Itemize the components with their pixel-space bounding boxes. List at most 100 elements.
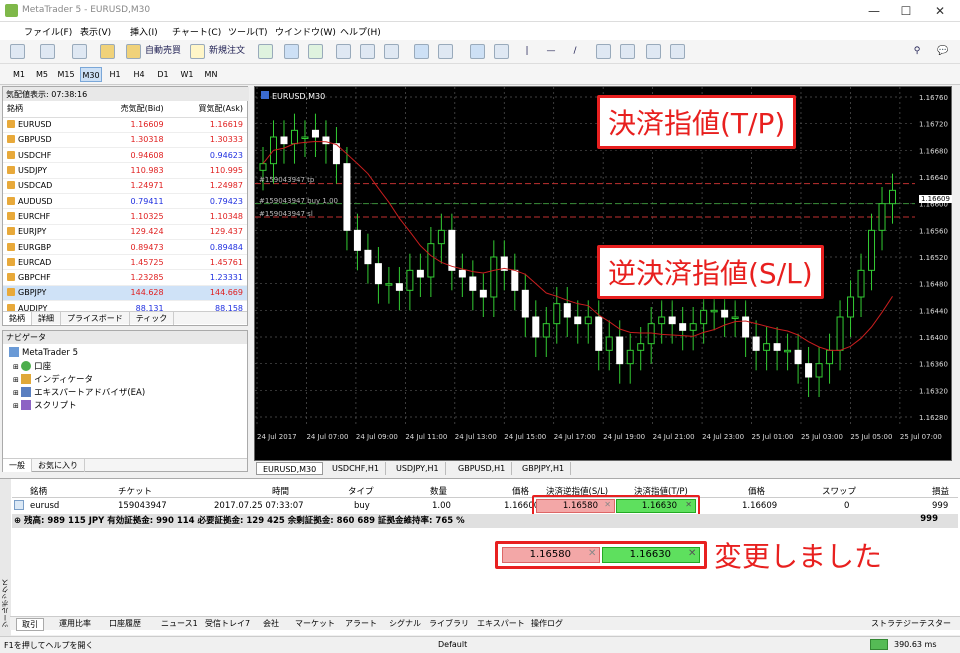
nav-accounts[interactable]: ⊞ 口座 bbox=[13, 360, 51, 372]
price-chart[interactable]: 1.16760 1.16720 1.16680 1.16640 1.16600 1.165… bbox=[254, 86, 952, 461]
market-watch-row[interactable]: EURCHF 1.10325 1.10348 bbox=[3, 208, 247, 225]
col-ask[interactable]: 買気配(Ask) bbox=[167, 101, 247, 118]
market-watch-row[interactable]: GBPUSD 1.30318 1.30333 bbox=[3, 132, 247, 149]
save-icon[interactable] bbox=[72, 44, 87, 59]
vertical-line-icon[interactable]: | bbox=[520, 43, 534, 60]
new-chart-icon[interactable] bbox=[10, 44, 25, 59]
market-watch-row[interactable]: USDJPY 110.983 110.995 bbox=[3, 162, 247, 179]
strategy-tester-button[interactable]: ストラテジーテスター bbox=[866, 618, 956, 631]
auto-trade-button[interactable]: 自動売買 bbox=[142, 43, 184, 60]
shapes-icon[interactable] bbox=[670, 44, 685, 59]
col-profit: 損益 bbox=[932, 487, 950, 497]
tf-m5[interactable]: M5 bbox=[31, 67, 53, 82]
trendline-icon[interactable]: / bbox=[568, 43, 582, 60]
maximize-button[interactable]: ☐ bbox=[890, 2, 922, 20]
edit-tp-clear-icon[interactable]: ✕ bbox=[688, 548, 696, 559]
tab-company[interactable]: 会社 bbox=[258, 618, 284, 631]
tab-favorites[interactable]: お気に入り bbox=[32, 459, 85, 472]
autoscroll-icon[interactable] bbox=[414, 44, 429, 59]
tab-symbols[interactable]: 銘柄 bbox=[3, 312, 32, 325]
market-watch-row[interactable]: GBPJPY 144.628 144.669 bbox=[3, 285, 247, 302]
menu-help[interactable]: ヘルプ(H) bbox=[340, 25, 381, 38]
col-symbol[interactable]: 銘柄 bbox=[3, 101, 91, 118]
nav-scripts[interactable]: ⊞ スクリプト bbox=[13, 399, 77, 411]
line-chart-icon[interactable] bbox=[308, 44, 323, 59]
close-button[interactable]: ✕ bbox=[924, 2, 956, 20]
market-watch-row[interactable]: EURGBP 0.89473 0.89484 bbox=[3, 239, 247, 256]
tf-h4[interactable]: H4 bbox=[128, 67, 150, 82]
channel-icon[interactable] bbox=[596, 44, 611, 59]
market-watch-row[interactable]: USDCAD 1.24971 1.24987 bbox=[3, 178, 247, 194]
tf-m15[interactable]: M15 bbox=[55, 67, 77, 82]
tab-library[interactable]: ライブラリ bbox=[424, 618, 474, 631]
chart-tab-gbpusd[interactable]: GBPUSD,H1 bbox=[452, 462, 513, 475]
menu-insert[interactable]: 挿入(I) bbox=[130, 25, 158, 38]
tab-alerts[interactable]: アラート bbox=[340, 618, 382, 631]
chart-tab-usdchf[interactable]: USDCHF,H1 bbox=[326, 462, 386, 475]
tab-signals[interactable]: シグナル bbox=[384, 618, 426, 631]
row-swap: 0 bbox=[844, 501, 850, 511]
tab-journal[interactable]: 操作ログ bbox=[526, 618, 568, 631]
menu-tools[interactable]: ツール(T) bbox=[228, 25, 268, 38]
edit-tp-field[interactable]: 1.16630 bbox=[602, 547, 700, 563]
tab-experts[interactable]: エキスパート bbox=[472, 618, 530, 631]
bar-chart-icon[interactable] bbox=[258, 44, 273, 59]
chart-tab-gbpjpy[interactable]: GBPJPY,H1 bbox=[516, 462, 572, 475]
tab-price-board[interactable]: プライスボード bbox=[61, 312, 130, 325]
text-icon[interactable] bbox=[646, 44, 661, 59]
tab-common[interactable]: 一般 bbox=[3, 459, 32, 472]
tf-mn[interactable]: MN bbox=[200, 67, 222, 82]
tf-d1[interactable]: D1 bbox=[152, 67, 174, 82]
menu-view[interactable]: 表示(V) bbox=[80, 25, 111, 38]
col-bid[interactable]: 売気配(Bid) bbox=[90, 101, 168, 118]
horizontal-line-icon[interactable]: — bbox=[544, 43, 558, 60]
tab-ticks[interactable]: ティック bbox=[130, 312, 175, 325]
tab-trade[interactable]: 取引 bbox=[16, 618, 44, 631]
new-order-button[interactable]: 新規注文 bbox=[206, 43, 248, 60]
zoom-out-icon[interactable] bbox=[360, 44, 375, 59]
edit-sl-field[interactable]: 1.16580 bbox=[502, 547, 600, 563]
chart-shift-icon[interactable] bbox=[438, 44, 453, 59]
edit-sl-clear-icon[interactable]: ✕ bbox=[588, 548, 596, 559]
tab-exposure[interactable]: 運用比率 bbox=[54, 618, 96, 631]
menu-file[interactable]: ファイル(F) bbox=[24, 25, 72, 38]
market-watch-row[interactable]: EURCAD 1.45725 1.45761 bbox=[3, 254, 247, 271]
search-icon[interactable]: ⚲ bbox=[910, 43, 924, 60]
tf-m30[interactable]: M30 bbox=[80, 67, 102, 82]
minimize-button[interactable]: — bbox=[858, 2, 890, 20]
tf-h1[interactable]: H1 bbox=[104, 67, 126, 82]
profiles-icon[interactable] bbox=[40, 44, 55, 59]
market-watch-row[interactable]: EURUSD 1.16609 1.16619 bbox=[3, 117, 247, 133]
menu-window[interactable]: ウインドウ(W) bbox=[275, 25, 336, 38]
tab-mailbox[interactable]: 受信トレイ7 bbox=[200, 618, 255, 631]
status-profile[interactable]: Default bbox=[438, 640, 467, 649]
market-watch-row[interactable]: AUDUSD 0.79411 0.79423 bbox=[3, 193, 247, 210]
chart-tab-eurusd[interactable]: EURUSD,M30 bbox=[256, 462, 324, 475]
tab-details[interactable]: 詳細 bbox=[32, 312, 61, 325]
fibonacci-icon[interactable] bbox=[620, 44, 635, 59]
cursor-icon[interactable] bbox=[470, 44, 485, 59]
market-watch-row[interactable]: USDCHF 0.94608 0.94623 bbox=[3, 147, 247, 164]
tab-market[interactable]: マーケット bbox=[290, 618, 340, 631]
tab-history[interactable]: 口座履歴 bbox=[104, 618, 146, 631]
tf-w1[interactable]: W1 bbox=[176, 67, 198, 82]
navigator-icon[interactable] bbox=[100, 44, 115, 59]
chart-tab-usdjpy[interactable]: USDJPY,H1 bbox=[390, 462, 446, 475]
menu-chart[interactable]: チャート(C) bbox=[172, 25, 221, 38]
crosshair-icon[interactable] bbox=[494, 44, 509, 59]
market-watch-row[interactable]: EURJPY 129.424 129.437 bbox=[3, 224, 247, 240]
row-symbol[interactable]: eurusd bbox=[30, 501, 59, 511]
tab-news[interactable]: ニュース1 bbox=[156, 618, 203, 631]
nav-indicators[interactable]: ⊞ インディケータ bbox=[13, 373, 93, 385]
tf-m1[interactable]: M1 bbox=[8, 67, 30, 82]
nav-root[interactable]: MetaTrader 5 bbox=[9, 347, 78, 358]
bid-cell: 110.983 bbox=[90, 162, 168, 179]
candle-chart-icon[interactable] bbox=[284, 44, 299, 59]
candle-body bbox=[280, 136, 288, 145]
zoom-in-icon[interactable] bbox=[336, 44, 351, 59]
market-watch-row[interactable]: GBPCHF 1.23285 1.23331 bbox=[3, 269, 247, 286]
chat-icon[interactable]: 💬 bbox=[934, 43, 952, 60]
nav-experts[interactable]: ⊞ エキスパートアドバイザ(EA) bbox=[13, 386, 145, 398]
tile-windows-icon[interactable] bbox=[384, 44, 399, 59]
row-profit: 999 bbox=[932, 501, 949, 511]
